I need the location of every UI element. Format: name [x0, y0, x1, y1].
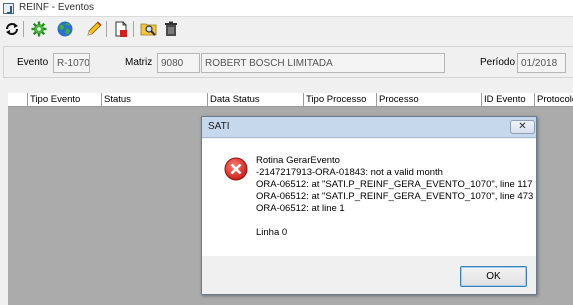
toolbar-separator [106, 21, 107, 37]
gear-icon[interactable] [30, 20, 48, 38]
window-titlebar: REINF - Eventos [0, 0, 573, 17]
dialog-title: SATI [208, 121, 230, 132]
dialog-footer: OK [202, 256, 536, 294]
periodo-label: Período [480, 57, 516, 68]
periodo-field[interactable]: 01/2018 [517, 53, 566, 73]
error-dialog: SATI ✕ Rotina GerarEvento -2147217913-OR… [201, 116, 537, 295]
message-line [256, 215, 532, 227]
dialog-body: Rotina GerarEvento -2147217913-ORA-01843… [202, 139, 536, 256]
message-line: ORA-06512: at "SATI.P_REINF_GERA_EVENTO_… [256, 179, 533, 190]
message-line: -2147217913-ORA-01843: not a valid month [256, 167, 443, 178]
column-header-protocolo[interactable]: Protocolo [535, 93, 573, 107]
evento-label: Evento [17, 57, 49, 68]
dialog-close-button[interactable]: ✕ [510, 120, 535, 134]
filter-panel: Evento R-1070 Matriz 9080 ROBERT BOSCH L… [3, 46, 573, 78]
error-message: Rotina GerarEvento -2147217913-ORA-01843… [256, 155, 534, 239]
refresh-icon[interactable] [3, 20, 21, 38]
matriz-code-field[interactable]: 9080 [157, 53, 200, 73]
grid-header: Tipo Evento Status Data Status Tipo Proc… [8, 93, 573, 107]
globe-icon[interactable] [56, 20, 74, 38]
column-header-processo[interactable]: Processo [377, 93, 482, 107]
pencil-icon[interactable] [85, 20, 103, 38]
ok-button[interactable]: OK [460, 266, 527, 287]
error-icon [224, 157, 248, 181]
trash-icon[interactable] [162, 20, 180, 38]
matriz-name-field[interactable]: ROBERT BOSCH LIMITADA [201, 53, 445, 73]
app-icon [3, 3, 14, 14]
column-header-data-status[interactable]: Data Status [208, 93, 304, 107]
column-header-id-evento[interactable]: ID Evento [482, 93, 535, 107]
matriz-label: Matriz [125, 57, 153, 68]
evento-field[interactable]: R-1070 [53, 53, 90, 73]
window-title: REINF - Eventos [19, 2, 95, 13]
column-header-status[interactable]: Status [102, 93, 208, 107]
column-header-tipo-processo[interactable]: Tipo Processo [304, 93, 377, 107]
toolbar-separator [23, 21, 24, 37]
toolbar-separator [133, 21, 134, 37]
message-line: Rotina GerarEvento [256, 155, 340, 166]
message-line: Linha 0 [256, 227, 288, 238]
message-line: ORA-06512: at line 1 [256, 203, 345, 214]
toolbar [0, 17, 573, 41]
column-header-indicator[interactable] [8, 93, 28, 107]
column-header-tipo-evento[interactable]: Tipo Evento [28, 93, 102, 107]
dialog-titlebar: SATI ✕ [202, 117, 536, 138]
new-document-icon[interactable] [112, 20, 130, 38]
message-line: ORA-06512: at "SATI.P_REINF_GERA_EVENTO_… [256, 191, 534, 202]
search-folder-icon[interactable] [140, 20, 158, 38]
